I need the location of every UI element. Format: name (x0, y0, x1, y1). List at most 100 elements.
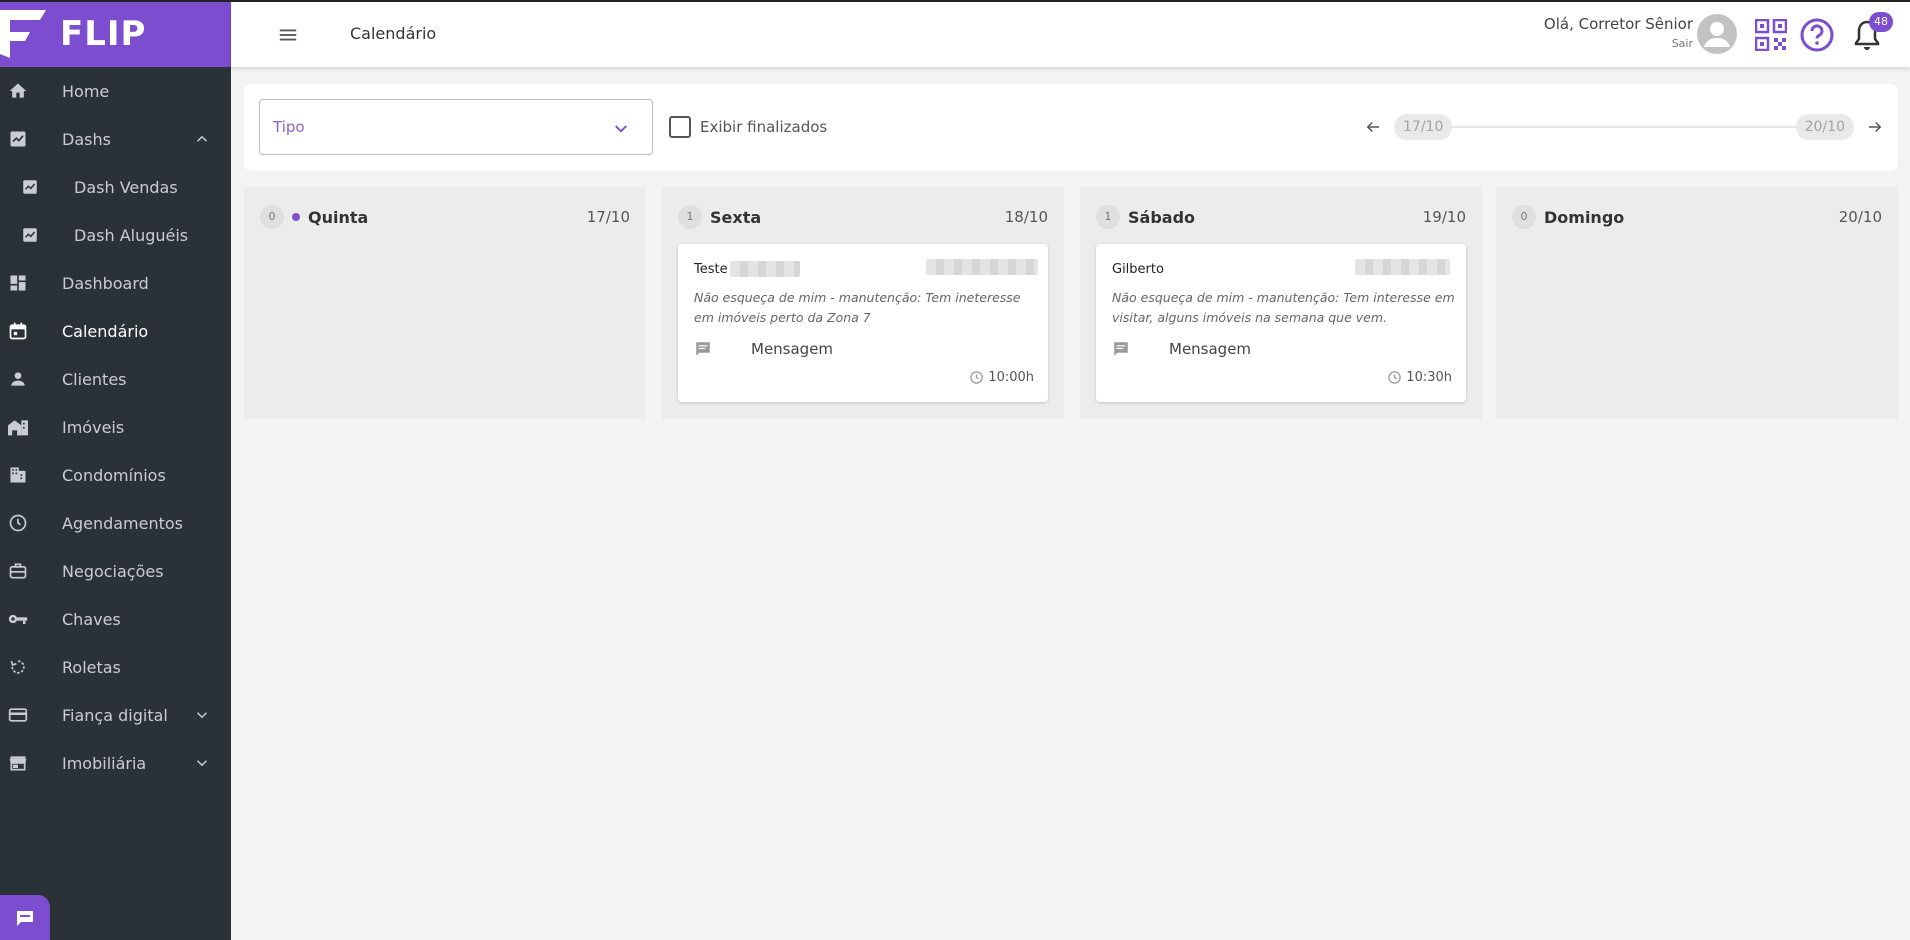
event-type: Mensagem (751, 340, 834, 358)
sidebar-item-clientes[interactable]: Clientes (0, 355, 231, 403)
sidebar-item-label: Dash Vendas (74, 177, 178, 197)
sidebar-item-imobiliaria[interactable]: Imobiliária (0, 739, 231, 787)
sidebar-item-dash-alugueis[interactable]: Dash Aluguéis (0, 211, 231, 259)
day-column-header: 1 Sábado 19/10 (1096, 205, 1466, 229)
window-top-border (0, 0, 1910, 2)
top-header: Calendário Olá, Corretor Sênior Sair 48 (231, 2, 1910, 67)
day-date: 20/10 (1838, 208, 1882, 226)
day-date: 19/10 (1422, 208, 1466, 226)
sidebar-item-dash-vendas[interactable]: Dash Vendas (0, 163, 231, 211)
event-type: Mensagem (1169, 340, 1252, 358)
sidebar-item-imoveis[interactable]: Imóveis (0, 403, 231, 451)
day-column-header: 0 Domingo 20/10 (1512, 205, 1882, 229)
event-client-name: Teste (694, 262, 728, 277)
day-name: Quinta (308, 208, 369, 227)
sidebar-item-label: Fiança digital (62, 705, 168, 725)
event-note: Não esqueça de mim - manutenção: Tem ine… (694, 290, 1021, 325)
redacted-text (730, 261, 800, 277)
chart-icon (19, 224, 41, 246)
type-select[interactable]: Tipo (259, 99, 653, 155)
show-finished-label[interactable]: Exibir finalizados (700, 118, 827, 136)
day-name: Sábado (1128, 208, 1196, 227)
day-name: Domingo (1544, 208, 1625, 227)
chart-icon (19, 176, 41, 198)
qr-code-icon[interactable] (1755, 19, 1787, 51)
sidebar-item-label: Roletas (62, 657, 121, 677)
brand-header[interactable]: FLIP (0, 0, 231, 67)
store-icon (7, 752, 29, 774)
sidebar-item-roletas[interactable]: Roletas (0, 643, 231, 691)
sidebar-item-label: Negociações (62, 561, 164, 581)
key-icon (7, 608, 29, 630)
sidebar-item-dashs[interactable]: Dashs (0, 115, 231, 163)
chart-icon (7, 128, 29, 150)
day-date: 18/10 (1004, 208, 1048, 226)
event-count-badge: 1 (678, 205, 702, 229)
building-icon (7, 416, 29, 438)
day-column-header: 0 Quinta 17/10 (260, 205, 630, 229)
event-count-badge: 1 (1096, 205, 1120, 229)
filter-bar: Tipo Exibir finalizados 17/10 20/10 (244, 84, 1898, 171)
rotate-icon (7, 656, 29, 678)
user-greeting-text: Olá, Corretor Sênior (1543, 15, 1693, 33)
event-time: 10:30h (1387, 370, 1452, 385)
day-column-header: 1 Sexta 18/10 (678, 205, 1048, 229)
day-column-sabado: 1 Sábado 19/10 Gilberto Não esqueça de m… (1080, 187, 1482, 419)
chevron-down-icon[interactable] (193, 706, 211, 724)
chat-icon (17, 910, 33, 926)
sidebar-item-agendamentos[interactable]: Agendamentos (0, 499, 231, 547)
clock-icon (970, 371, 984, 384)
person-icon (7, 368, 29, 390)
redacted-text (926, 259, 1038, 275)
sidebar-item-calendario[interactable]: Calendário (0, 307, 231, 355)
range-end-date[interactable]: 20/10 (1795, 114, 1854, 140)
chevron-down-icon[interactable] (193, 754, 211, 772)
briefcase-icon (7, 560, 29, 582)
apartment-icon (7, 464, 29, 486)
range-start-date[interactable]: 17/10 (1394, 114, 1453, 140)
event-count-badge: 0 (260, 205, 284, 229)
event-time-text: 10:30h (1406, 370, 1452, 385)
date-range-track[interactable] (1416, 126, 1832, 128)
sidebar-item-label: Imobiliária (62, 753, 147, 773)
arrow-right-icon[interactable] (1866, 118, 1884, 136)
brand-name: FLIP (60, 13, 147, 54)
logout-link[interactable]: Sair (1544, 37, 1693, 50)
type-select-placeholder: Tipo (273, 118, 305, 136)
day-column-domingo: 0 Domingo 20/10 (1496, 187, 1898, 419)
sidebar-item-home[interactable]: Home (0, 67, 231, 115)
sidebar-item-label: Home (62, 81, 110, 101)
message-icon (696, 342, 710, 356)
user-greeting: Olá, Corretor Sênior Sair (1544, 15, 1693, 50)
sidebar-item-negociacoes[interactable]: Negociações (0, 547, 231, 595)
event-card[interactable]: Teste Não esqueça de mim - manutenção: T… (678, 244, 1048, 402)
sidebar-item-dashboard[interactable]: Dashboard (0, 259, 231, 307)
avatar[interactable] (1697, 14, 1737, 54)
event-count-badge: 0 (1512, 205, 1536, 229)
redacted-text (1355, 259, 1450, 275)
sidebar-item-fianca-digital[interactable]: Fiança digital (0, 691, 231, 739)
today-indicator (292, 213, 300, 221)
sidebar-item-label: Clientes (62, 369, 127, 389)
clock-icon (7, 512, 29, 534)
day-date: 17/10 (586, 208, 630, 226)
event-client-name: Gilberto (1112, 262, 1164, 277)
sidebar-item-label: Agendamentos (62, 513, 184, 533)
event-note: Não esqueça de mim - manutenção: Tem int… (1112, 290, 1455, 325)
clock-icon (1388, 371, 1402, 384)
chat-button[interactable] (0, 895, 50, 940)
sidebar-item-label: Chaves (62, 609, 121, 629)
event-time: 10:00h (969, 370, 1034, 385)
help-icon[interactable] (1799, 17, 1835, 53)
hamburger-menu-icon[interactable] (277, 24, 299, 46)
event-card[interactable]: Gilberto Não esqueça de mim - manutenção… (1096, 244, 1466, 402)
day-name: Sexta (710, 208, 762, 227)
sidebar-item-chaves[interactable]: Chaves (0, 595, 231, 643)
show-finished-checkbox[interactable] (669, 116, 691, 138)
chevron-down-icon (615, 125, 627, 133)
sidebar-item-condominios[interactable]: Condomínios (0, 451, 231, 499)
sidebar-item-label: Imóveis (62, 417, 125, 437)
sidebar: FLIP Home Dashs Dash Vendas Dash Aluguéi… (0, 0, 231, 940)
arrow-left-icon[interactable] (1364, 118, 1382, 136)
chevron-up-icon[interactable] (193, 130, 211, 148)
